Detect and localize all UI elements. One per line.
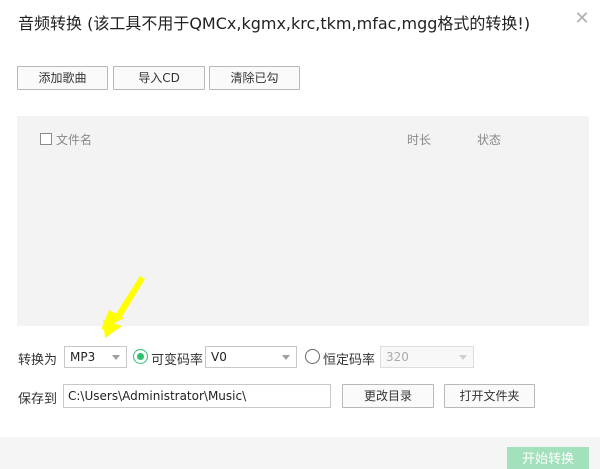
change-directory-button[interactable]: 更改目录 bbox=[342, 384, 434, 408]
vbr-label[interactable]: 可变码率 bbox=[151, 349, 203, 368]
chevron-down-icon bbox=[459, 355, 467, 360]
column-header-duration: 时长 bbox=[407, 133, 432, 147]
vbr-select-value: V0 bbox=[211, 350, 227, 364]
column-header-filename: 文件名 bbox=[56, 133, 93, 147]
select-all-checkbox[interactable] bbox=[40, 133, 52, 145]
cbr-select: 320 bbox=[380, 346, 474, 368]
save-path-input[interactable]: C:\Users\Administrator\Music\ bbox=[63, 384, 331, 408]
save-to-label: 保存到 bbox=[18, 392, 58, 407]
vbr-select[interactable]: V0 bbox=[205, 346, 297, 368]
cbr-select-value: 320 bbox=[386, 350, 409, 364]
cbr-label[interactable]: 恒定码率 bbox=[323, 349, 375, 368]
chevron-down-icon bbox=[112, 355, 120, 360]
close-icon[interactable]: ✕ bbox=[571, 8, 593, 30]
chevron-down-icon bbox=[282, 355, 290, 360]
file-list-header: 文件名 时长 状态 bbox=[17, 116, 589, 160]
file-list[interactable]: 文件名 时长 状态 bbox=[17, 116, 589, 326]
start-convert-button: 开始转换 bbox=[507, 447, 589, 469]
window-title: 音频转换 (该工具不用于QMCx,kgmx,krc,tkm,mfac,mgg格式… bbox=[18, 14, 531, 33]
open-folder-button[interactable]: 打开文件夹 bbox=[444, 384, 535, 408]
clear-checked-button[interactable]: 清除已勾 bbox=[209, 66, 300, 90]
convert-to-label: 转换为 bbox=[18, 353, 58, 368]
cbr-radio[interactable] bbox=[305, 349, 320, 364]
column-header-status: 状态 bbox=[477, 133, 502, 147]
format-select[interactable]: MP3 bbox=[64, 346, 127, 368]
format-select-value: MP3 bbox=[70, 350, 96, 364]
add-song-button[interactable]: 添加歌曲 bbox=[17, 66, 108, 90]
vbr-radio[interactable] bbox=[133, 349, 148, 364]
import-cd-button[interactable]: 导入CD bbox=[113, 66, 205, 90]
